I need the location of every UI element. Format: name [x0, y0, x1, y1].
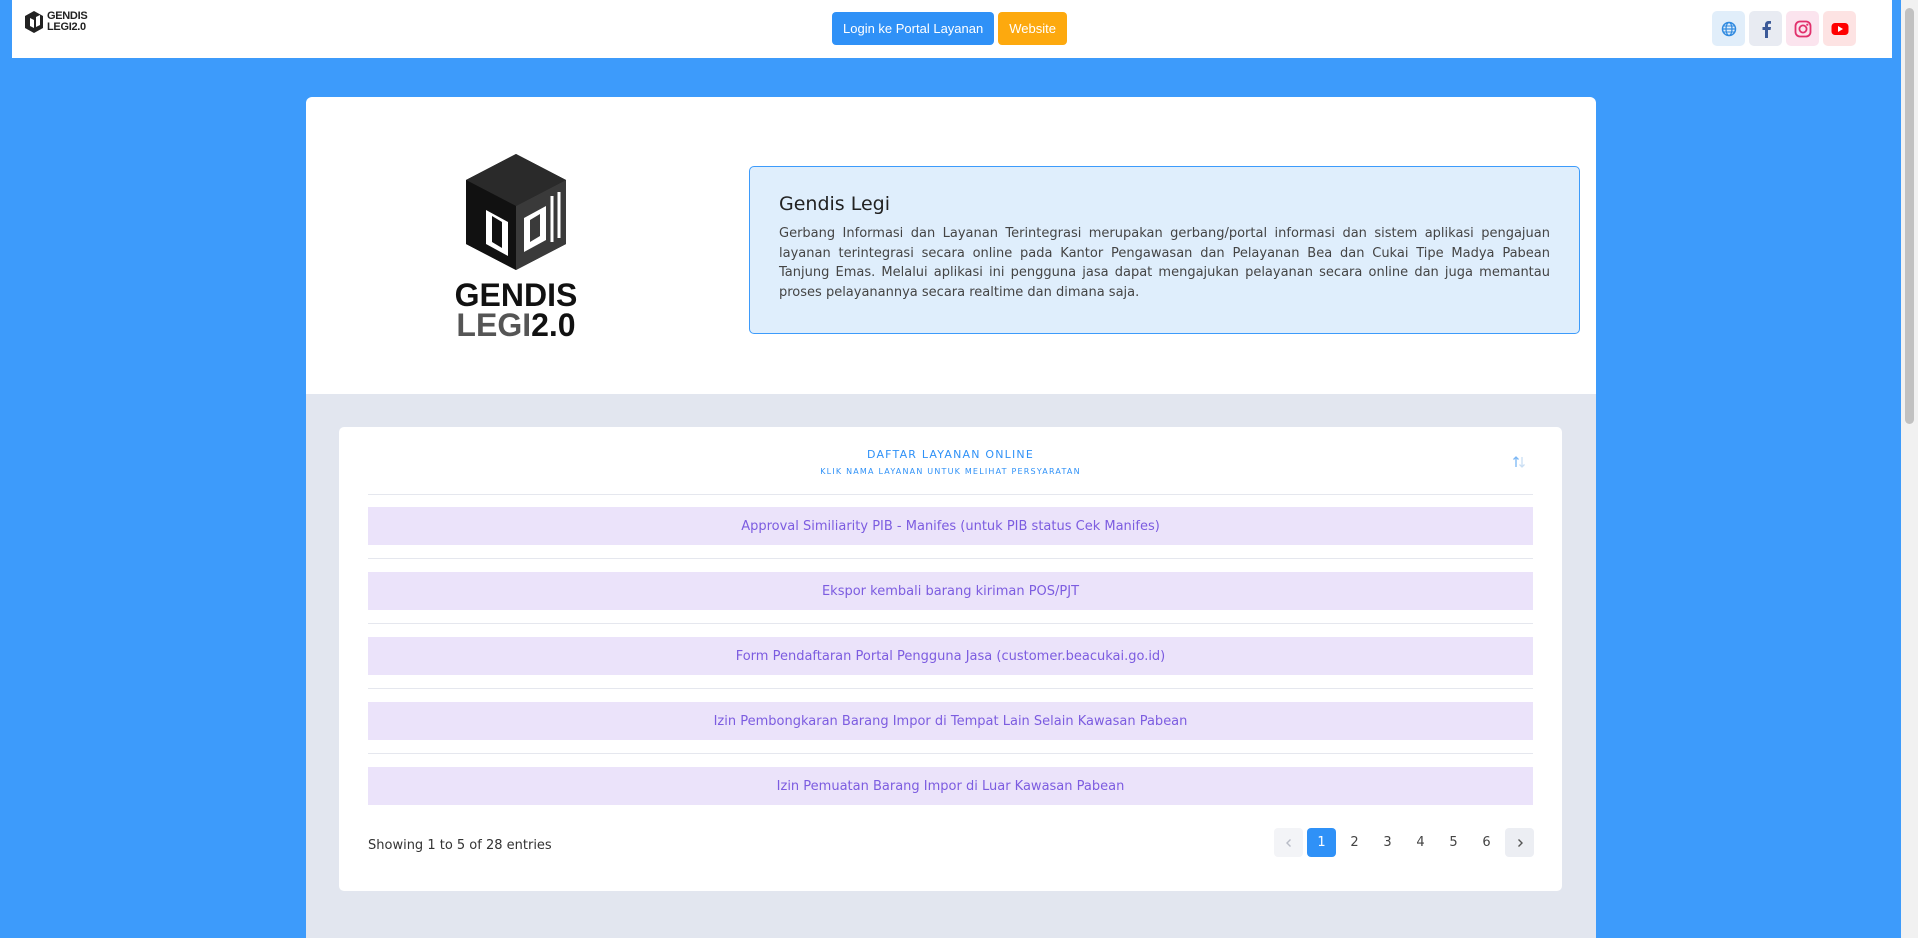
- pagination: 1 2 3 4 5 6: [1274, 828, 1534, 857]
- page-scrollbar[interactable]: [1901, 0, 1918, 938]
- logo-version-text: 2.0: [531, 307, 576, 343]
- about-box: Gendis Legi Gerbang Informasi dan Layana…: [749, 166, 1580, 334]
- divider: [368, 558, 1533, 559]
- chevron-right-icon: [1517, 838, 1523, 847]
- page-button-1[interactable]: 1: [1307, 828, 1336, 857]
- globe-icon: [1721, 21, 1736, 36]
- brand-logo[interactable]: GENDIS LEGI2.0: [24, 10, 88, 34]
- page-button-2[interactable]: 2: [1340, 828, 1369, 857]
- nav-buttons: Login ke Portal Layanan Website: [832, 12, 1067, 45]
- youtube-link[interactable]: [1823, 11, 1856, 46]
- divider: [368, 688, 1533, 689]
- service-item[interactable]: Izin Pemuatan Barang Impor di Luar Kawas…: [368, 767, 1533, 805]
- next-page-button[interactable]: [1505, 828, 1534, 857]
- about-description: Gerbang Informasi dan Layanan Terintegra…: [779, 226, 1550, 300]
- entries-info: Showing 1 to 5 of 28 entries: [368, 838, 552, 853]
- gendis-legi-logo: GENDIS LEGI2.0: [454, 152, 578, 343]
- gendis-logo-icon: [25, 11, 43, 33]
- service-item[interactable]: Ekspor kembali barang kiriman POS/PJT: [368, 572, 1533, 610]
- page-button-5[interactable]: 5: [1439, 828, 1468, 857]
- logo-word-legi: LEGI2.0: [456, 307, 576, 343]
- youtube-icon: [1831, 22, 1848, 35]
- facebook-link[interactable]: [1749, 11, 1782, 46]
- sort-button[interactable]: [1512, 454, 1526, 473]
- about-title: Gendis Legi: [779, 193, 891, 215]
- divider: [368, 753, 1533, 754]
- scrollbar-thumb[interactable]: [1905, 8, 1914, 424]
- instagram-link[interactable]: [1786, 11, 1819, 46]
- chevron-left-icon: [1285, 838, 1291, 847]
- previous-page-button[interactable]: [1274, 828, 1303, 857]
- logo-word-legi-text: LEGI: [456, 307, 532, 343]
- services-title: DAFTAR LAYANAN ONLINE: [866, 448, 1035, 461]
- services-section: DAFTAR LAYANAN ONLINE KLIK NAMA LAYANAN …: [306, 394, 1596, 938]
- service-item[interactable]: Form Pendaftaran Portal Pengguna Jasa (c…: [368, 637, 1533, 675]
- main-card: GENDIS LEGI2.0 Gendis Legi Gerbang Infor…: [306, 97, 1596, 938]
- top-navbar: GENDIS LEGI2.0 Login ke Portal Layanan W…: [12, 0, 1892, 58]
- social-links: [1712, 11, 1856, 46]
- page-button-3[interactable]: 3: [1373, 828, 1402, 857]
- website-button[interactable]: Website: [998, 12, 1067, 45]
- sort-icon: [1513, 456, 1525, 468]
- instagram-icon: [1794, 20, 1811, 37]
- service-item[interactable]: Approval Similiarity PIB - Manifes (untu…: [368, 507, 1533, 545]
- logo-word-gendis: GENDIS: [454, 277, 578, 313]
- gendis-emblem-icon: [466, 154, 566, 270]
- website-link[interactable]: [1712, 11, 1745, 46]
- service-item[interactable]: Izin Pembongkaran Barang Impor di Tempat…: [368, 702, 1533, 740]
- services-card: DAFTAR LAYANAN ONLINE KLIK NAMA LAYANAN …: [339, 427, 1562, 891]
- brand-line-2: LEGI2.0: [47, 21, 86, 33]
- services-header: DAFTAR LAYANAN ONLINE KLIK NAMA LAYANAN …: [339, 427, 1562, 494]
- divider: [368, 494, 1533, 495]
- hero-section: GENDIS LEGI2.0 Gendis Legi Gerbang Infor…: [306, 97, 1596, 394]
- divider: [368, 623, 1533, 624]
- facebook-icon: [1762, 20, 1771, 38]
- page-button-4[interactable]: 4: [1406, 828, 1435, 857]
- services-subtitle: KLIK NAMA LAYANAN UNTUK MELIHAT PERSYARA…: [820, 467, 1081, 476]
- login-portal-button[interactable]: Login ke Portal Layanan: [832, 12, 995, 45]
- page-button-6[interactable]: 6: [1472, 828, 1501, 857]
